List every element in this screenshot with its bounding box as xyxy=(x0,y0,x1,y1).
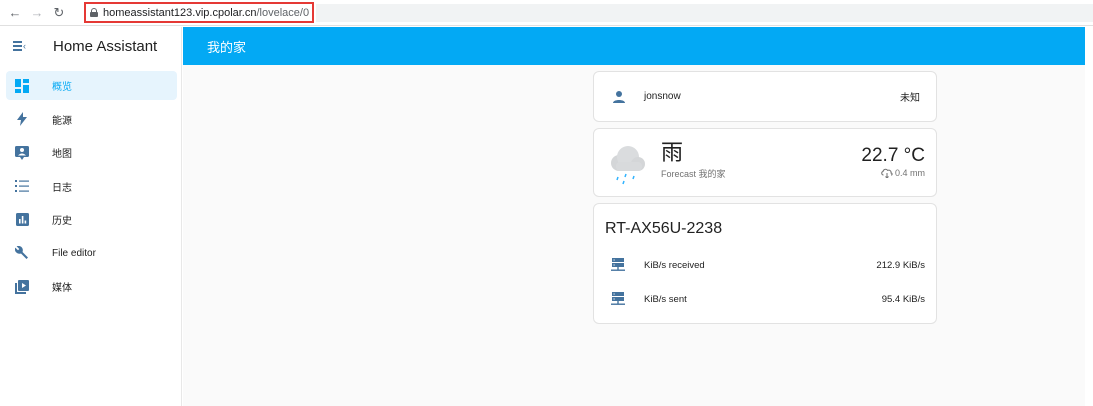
app-title: Home Assistant xyxy=(53,37,158,55)
sidebar-item-label: 历史 xyxy=(52,216,72,227)
sidebar-item-file-editor[interactable]: File editor xyxy=(6,239,177,268)
person-state: 未知 xyxy=(900,93,920,104)
router-card-title: RT-AX56U-2238 xyxy=(605,220,723,237)
forward-arrow-icon[interactable]: → xyxy=(28,4,46,22)
entity-row-received[interactable]: KiB/s received 212.9 KiB/s xyxy=(594,255,936,275)
weather-condition: 雨 xyxy=(661,140,684,165)
account-box-icon xyxy=(14,145,30,161)
view-dashboard-icon xyxy=(14,78,30,94)
person-name: jonsnow xyxy=(644,91,681,102)
sidebar-item-media[interactable]: 媒体 xyxy=(6,272,177,301)
weather-pouring-icon xyxy=(880,168,894,179)
url-host: homeassistant123.vip.cpolar.cn xyxy=(103,6,257,19)
sidebar-nav: 概览 能源 地图 日志 历史 File editor 媒体 xyxy=(0,71,181,301)
sidebar-item-label: 概览 xyxy=(52,82,72,93)
weather-temperature: 22.7 °C xyxy=(861,145,925,166)
chart-box-icon xyxy=(14,212,30,228)
dashboard-view: jonsnow 未知 雨 Forecast 我的家 22.7 °C 0.4 mm xyxy=(183,65,1085,406)
router-entities-card: RT-AX56U-2238 KiB/s received 212.9 KiB/s… xyxy=(593,203,937,324)
weather-subtitle: Forecast 我的家 xyxy=(661,169,726,179)
menu-collapse-icon[interactable]: ‹ xyxy=(13,40,29,52)
person-entity-card[interactable]: jonsnow 未知 xyxy=(593,71,937,122)
sidebar-item-label: 地图 xyxy=(52,149,72,160)
precipitation-value: 0.4 mm xyxy=(894,168,925,178)
play-box-multiple-icon xyxy=(14,279,30,295)
address-bar-fill xyxy=(316,4,1093,22)
format-list-bulleted-icon xyxy=(14,178,30,194)
entity-value: 95.4 KiB/s xyxy=(881,293,925,305)
server-network-icon xyxy=(611,292,627,306)
sidebar-item-label: 媒体 xyxy=(52,283,72,294)
app-toolbar: 我的家 xyxy=(183,27,1085,65)
weather-card[interactable]: 雨 Forecast 我的家 22.7 °C 0.4 mm xyxy=(593,128,937,197)
page-title: 我的家 xyxy=(207,39,247,55)
entity-row-sent[interactable]: KiB/s sent 95.4 KiB/s xyxy=(594,289,936,309)
sidebar-item-history[interactable]: 历史 xyxy=(6,205,177,234)
lock-icon xyxy=(90,8,98,17)
wrench-icon xyxy=(14,245,30,261)
rainy-cloud-icon xyxy=(608,143,648,185)
browser-toolbar: ← → ↻ homeassistant123.vip.cpolar.cn/lov… xyxy=(0,0,1093,26)
reload-icon[interactable]: ↻ xyxy=(50,4,68,22)
url-path: /lovelace/0 xyxy=(256,6,310,19)
account-icon xyxy=(611,89,627,105)
entity-value: 212.9 KiB/s xyxy=(876,259,925,271)
sidebar-item-label: File editor xyxy=(52,247,96,259)
sidebar-item-label: 日志 xyxy=(52,182,72,194)
weather-precipitation: 0.4 mm xyxy=(880,168,925,179)
server-network-icon xyxy=(611,258,627,272)
sidebar-item-map[interactable]: 地图 xyxy=(6,138,177,167)
sidebar-item-label: 能源 xyxy=(52,115,72,127)
address-bar[interactable]: homeassistant123.vip.cpolar.cn/lovelace/… xyxy=(84,2,314,23)
sidebar-header: ‹ Home Assistant xyxy=(0,27,181,65)
sidebar-item-logbook[interactable]: 日志 xyxy=(6,172,177,201)
entity-label: KiB/s sent xyxy=(644,293,687,305)
entity-label: KiB/s received xyxy=(644,259,705,271)
sidebar-item-overview[interactable]: 概览 xyxy=(6,71,177,100)
sidebar-item-energy[interactable]: 能源 xyxy=(6,105,177,134)
back-arrow-icon[interactable]: ← xyxy=(6,4,24,22)
sidebar: ‹ Home Assistant 概览 能源 地图 日志 历史 File edi… xyxy=(0,27,182,406)
lightning-bolt-icon xyxy=(14,111,30,127)
